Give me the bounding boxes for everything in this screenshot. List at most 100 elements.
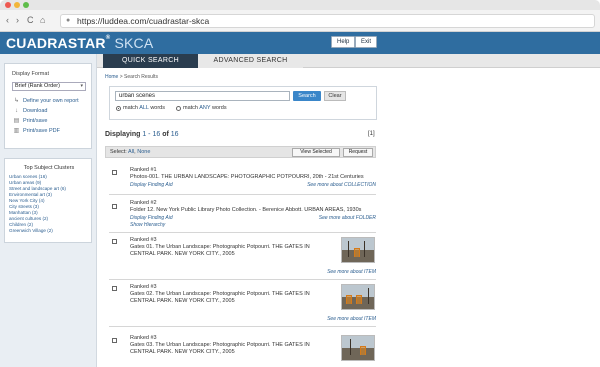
select-controls: Select: All, None <box>110 149 150 155</box>
result-title[interactable]: Photos-001. THE URBAN LANDSCAPE: PHOTOGR… <box>130 174 376 181</box>
minimize-window-icon[interactable] <box>14 2 20 8</box>
see-more-link[interactable]: See more about ITEM <box>327 269 376 275</box>
cluster-link[interactable]: Street and landscape art (6) <box>9 186 66 191</box>
cluster-link[interactable]: Urban scenes (16) <box>9 174 47 179</box>
match-any-suffix: words <box>210 105 227 111</box>
display-format-select[interactable]: Brief (Rank Order) ▾ <box>12 82 86 91</box>
address-bar[interactable]: ● https://luddea.com/cuadrastar-skca <box>60 14 595 28</box>
display-format-value: Brief (Rank Order) <box>15 83 60 89</box>
clear-button[interactable]: Clear <box>324 91 346 101</box>
thumbnail-gate <box>356 295 362 304</box>
report-icon: ↳ <box>13 98 20 104</box>
breadcrumb-current: > Search Results <box>118 74 158 80</box>
search-button[interactable]: Search <box>293 91 321 101</box>
display-format-label: Display Format <box>12 71 49 77</box>
see-more-link[interactable]: See more about COLLECTION <box>307 182 376 188</box>
search-tabs: QUICK SEARCH ADVANCED SEARCH <box>97 54 600 68</box>
displaying-label: Displaying <box>105 131 143 138</box>
result-title[interactable]: Gates 02. The Urban Landscape: Photograp… <box>130 291 330 305</box>
result-checkbox[interactable] <box>112 286 117 291</box>
print-save-link[interactable]: Print/save <box>23 118 47 124</box>
url-text: https://luddea.com/cuadrastar-skca <box>77 16 210 26</box>
match-all-radio[interactable] <box>116 106 121 111</box>
result-thumbnail[interactable] <box>341 335 375 361</box>
search-input[interactable] <box>115 91 290 101</box>
tab-advanced-search[interactable]: ADVANCED SEARCH <box>198 54 303 68</box>
display-finding-aid-link[interactable]: Display Finding Aid <box>130 182 173 188</box>
page-indicator[interactable]: [1] <box>368 131 375 137</box>
displaying-of: of <box>160 131 171 138</box>
browser-toolbar: ‹ › C ⌂ ● https://luddea.com/cuadrastar-… <box>0 10 600 32</box>
displaying-total: 16 <box>170 131 179 138</box>
result-item: Ranked #3 Gates 02. The Urban Landscape:… <box>109 280 376 327</box>
print-save-pdf-link[interactable]: Print/save PDF <box>23 128 60 134</box>
tab-quick-search[interactable]: QUICK SEARCH <box>103 54 198 68</box>
maximize-window-icon[interactable] <box>23 2 29 8</box>
thumbnail-tree <box>350 339 351 355</box>
match-any-label: match ANY words <box>183 105 227 111</box>
select-none-link[interactable]: None <box>137 149 150 155</box>
see-more-link[interactable]: See more about FOLDER <box>319 215 376 221</box>
exit-button[interactable]: Exit <box>355 36 378 48</box>
match-any-radio[interactable] <box>176 106 181 111</box>
subject-clusters-panel: Top Subject Clusters Urban scenes (16) U… <box>4 158 92 243</box>
match-all-keyword: ALL <box>139 105 149 111</box>
result-thumbnail[interactable] <box>341 237 375 263</box>
display-finding-aid-link[interactable]: Display Finding Aid <box>130 215 173 221</box>
cluster-link[interactable]: ancient cultures (2) <box>9 216 48 221</box>
result-checkbox[interactable] <box>112 338 117 343</box>
reload-icon[interactable]: C <box>27 14 34 26</box>
cluster-link[interactable]: Urban areas (9) <box>9 180 41 185</box>
cluster-link[interactable]: Environmental art (3) <box>9 192 52 197</box>
breadcrumb-home-link[interactable]: Home <box>105 74 118 80</box>
result-title[interactable]: Gates 01. The Urban Landscape: Photograp… <box>130 244 330 258</box>
result-item: Ranked #3 Gates 03. The Urban Landscape:… <box>109 327 376 367</box>
thumbnail-ground <box>342 348 374 360</box>
displaying-range: 1 - 16 <box>142 131 161 138</box>
forward-icon[interactable]: › <box>16 14 19 26</box>
lock-icon: ● <box>66 17 71 24</box>
see-more-link[interactable]: See more about ITEM <box>327 316 376 322</box>
thumbnail-tree <box>364 241 365 257</box>
cluster-link[interactable]: Children (2) <box>9 222 33 227</box>
result-title[interactable]: Folder 12. New York Public Library Photo… <box>130 207 382 214</box>
display-options-panel: Display Format Brief (Rank Order) ▾ ↳ De… <box>4 63 92 149</box>
cluster-link[interactable]: New York City (4) <box>9 198 44 203</box>
home-icon[interactable]: ⌂ <box>40 14 45 26</box>
select-label: Select: <box>110 149 129 155</box>
result-checkbox[interactable] <box>112 239 117 244</box>
result-rank: Ranked #2 <box>130 200 157 206</box>
logo-main: CUADRASTAR <box>6 35 106 51</box>
define-report-link[interactable]: Define your own report <box>23 98 79 104</box>
result-item: Ranked #1 Photos-001. THE URBAN LANDSCAP… <box>109 161 376 195</box>
thumbnail-gate <box>346 295 352 304</box>
result-checkbox[interactable] <box>112 204 117 209</box>
cluster-link[interactable]: City streets (3) <box>9 204 39 209</box>
result-checkbox[interactable] <box>112 170 117 175</box>
request-button[interactable]: Request <box>343 148 373 157</box>
chevron-down-icon: ▾ <box>80 83 83 89</box>
cluster-link[interactable]: Greenwich Village (2) <box>9 228 53 233</box>
match-all-prefix: match <box>123 105 140 111</box>
match-all-label: match ALL words <box>123 105 165 111</box>
thumbnail-tree <box>348 241 349 257</box>
breadcrumb: Home > Search Results <box>105 74 158 80</box>
back-icon[interactable]: ‹ <box>6 14 9 26</box>
thumbnail-tree <box>368 288 369 304</box>
view-selected-button[interactable]: View Selected <box>292 148 340 157</box>
logo-sub: SKCA <box>110 35 154 51</box>
results-count: Displaying 1 - 16 of 16 <box>105 131 179 138</box>
search-panel: Search Clear match ALL words match ANY w… <box>109 86 377 120</box>
close-window-icon[interactable] <box>5 2 11 8</box>
result-rank: Ranked #3 <box>130 284 157 290</box>
clusters-title: Top Subject Clusters <box>23 165 75 171</box>
help-button[interactable]: Help <box>331 36 356 48</box>
thumbnail-sky <box>342 336 374 348</box>
download-icon: ↓ <box>15 108 18 114</box>
download-link[interactable]: Download <box>23 108 47 114</box>
selection-toolbar: Select: All, None View Selected Request <box>105 146 376 158</box>
show-hierarchy-link[interactable]: Show Hierarchy <box>130 222 165 228</box>
cluster-link[interactable]: Manhattan (3) <box>9 210 38 215</box>
result-title[interactable]: Gates 03. The Urban Landscape: Photograp… <box>130 342 330 356</box>
result-thumbnail[interactable] <box>341 284 375 310</box>
